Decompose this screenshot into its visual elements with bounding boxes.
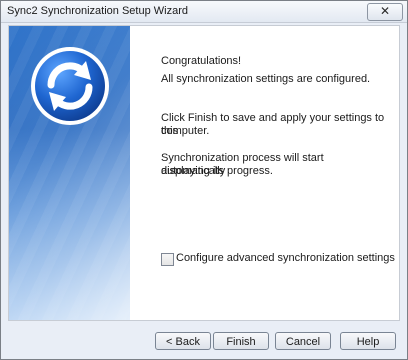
advanced-settings-checkbox[interactable] [161, 253, 174, 266]
wizard-content-area: Congratulations! All synchronization set… [8, 25, 400, 321]
heading: Congratulations! [161, 55, 242, 67]
close-icon: ✕ [379, 4, 391, 18]
sync-arrows-icon [31, 47, 109, 125]
title-bar: Sync2 Synchronization Setup Wizard ✕ [1, 1, 407, 23]
configured-text: All synchronization settings are configu… [161, 73, 371, 85]
help-button[interactable]: Help [340, 332, 396, 350]
window-title: Sync2 Synchronization Setup Wizard [7, 5, 188, 17]
close-button[interactable]: ✕ [367, 3, 403, 21]
finish-button[interactable]: Finish [213, 332, 269, 350]
instruction-line-2: computer. [161, 125, 210, 137]
process-line-2: displaying its progress. [161, 165, 273, 177]
cancel-button[interactable]: Cancel [275, 332, 331, 350]
wizard-window: Sync2 Synchronization Setup Wizard ✕ Con… [0, 0, 408, 360]
advanced-settings-label: Configure advanced synchronization setti… [176, 252, 395, 264]
back-button[interactable]: < Back [155, 332, 211, 350]
